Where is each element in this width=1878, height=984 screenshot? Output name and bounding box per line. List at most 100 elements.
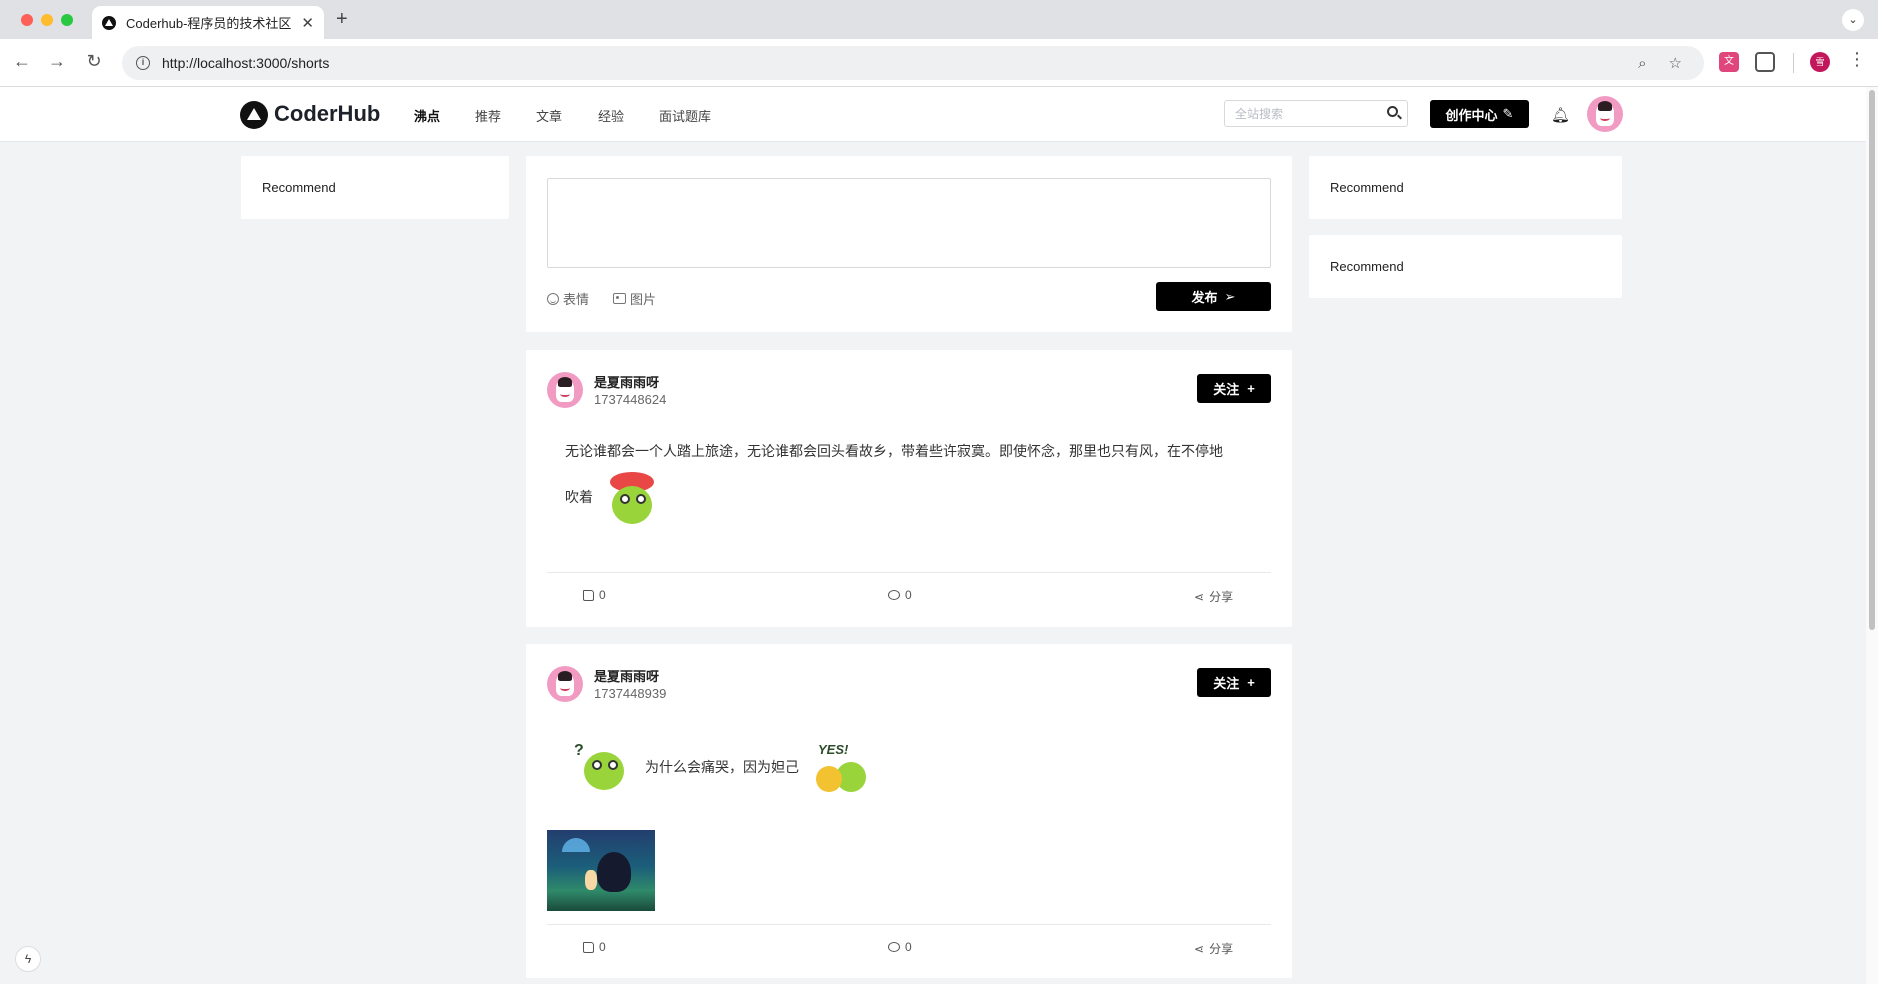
create-center-label: 创作中心 <box>1445 107 1498 123</box>
tab-search-icon[interactable]: ⌄ <box>1842 9 1864 31</box>
scrollbar-thumb[interactable] <box>1869 90 1875 630</box>
bell-icon[interactable]: 🔔︎ <box>1551 106 1570 124</box>
image-icon <box>613 293 626 304</box>
like-button[interactable]: 0 <box>583 588 606 602</box>
favicon-icon <box>102 15 116 30</box>
image-button[interactable]: 图片 <box>613 289 656 308</box>
post-text-line: 无论谁都会一个人踏上旅途，无论谁都会回头看故乡，带着些许寂寞。即使怀念，那里也只… <box>565 443 1223 459</box>
site-info-icon[interactable]: i <box>136 56 150 70</box>
page-scrollbar[interactable] <box>1866 87 1878 984</box>
post-card: 是夏雨雨呀 1737448939 关注 + ? 为什么会痛哭，因为妲己 YES!… <box>526 644 1292 978</box>
like-count: 0 <box>599 940 606 954</box>
nav-interview-questions[interactable]: 面试题库 <box>659 106 711 125</box>
post-text: 为什么会痛哭，因为妲己 <box>645 759 799 775</box>
extensions-puzzle-icon[interactable] <box>1755 52 1775 72</box>
comment-button[interactable]: 0 <box>888 940 912 954</box>
translate-extension-icon[interactable]: 文 <box>1719 52 1739 72</box>
right-recommend-card-1: Recommend <box>1309 156 1622 219</box>
post-card: 是夏雨雨呀 1737448624 关注 + 无论谁都会一个人踏上旅途，无论谁都会… <box>526 350 1292 627</box>
author-avatar[interactable] <box>547 372 583 408</box>
comment-icon <box>888 942 900 952</box>
back-icon[interactable]: ← <box>10 51 34 72</box>
post-text-line: 吹着 <box>565 489 593 505</box>
like-button[interactable]: 0 <box>583 940 606 954</box>
logo-text[interactable]: CoderHub <box>274 101 380 127</box>
author-avatar[interactable] <box>547 666 583 702</box>
share-button[interactable]: ⋖ 分享 <box>1194 940 1233 957</box>
author-name[interactable]: 是夏雨雨呀 <box>594 666 659 685</box>
plus-icon: + <box>1247 381 1255 396</box>
zoom-icon[interactable]: ⌕ <box>1638 55 1646 72</box>
thumbs-up-icon <box>583 941 594 953</box>
left-recommend-card: Recommend <box>241 156 509 219</box>
dev-tools-float-button[interactable]: ϟ <box>15 946 41 972</box>
post-text-input[interactable] <box>547 178 1271 268</box>
follow-label: 关注 <box>1213 382 1240 397</box>
nav-experience[interactable]: 经验 <box>598 106 624 125</box>
comment-count: 0 <box>905 940 912 954</box>
browser-toolbar: ← → ↻ i http://localhost:3000/shorts ⌕ ☆… <box>0 39 1878 87</box>
post-editor-card: 表情 图片 发布 ➢ <box>526 156 1292 332</box>
right-recommend-card-2: Recommend <box>1309 235 1622 298</box>
share-icon: ⋖ <box>1194 941 1205 956</box>
minimize-window-icon[interactable] <box>41 14 53 26</box>
emoji-label: 表情 <box>563 292 590 307</box>
emoji-button[interactable]: 表情 <box>547 289 589 308</box>
site-header: CoderHub 沸点 推荐 文章 经验 面试题库 创作中心 ✎ 🔔︎ <box>0 87 1866 142</box>
forward-icon[interactable]: → <box>45 51 69 72</box>
create-center-button[interactable]: 创作中心 ✎ <box>1430 100 1529 128</box>
post-timestamp: 1737448939 <box>594 686 667 701</box>
image-label: 图片 <box>630 292 657 307</box>
publish-label: 发布 <box>1191 290 1218 305</box>
comment-icon <box>888 590 900 600</box>
follow-button[interactable]: 关注 + <box>1197 668 1271 697</box>
user-avatar[interactable] <box>1587 96 1623 132</box>
share-button[interactable]: ⋖ 分享 <box>1194 588 1233 605</box>
follow-button[interactable]: 关注 + <box>1197 374 1271 403</box>
post-divider <box>547 924 1271 925</box>
nav-shorts[interactable]: 沸点 <box>414 106 440 125</box>
emoji-icon <box>547 292 559 305</box>
post-timestamp: 1737448624 <box>594 392 667 407</box>
search-input[interactable] <box>1225 101 1375 126</box>
like-count: 0 <box>599 588 606 602</box>
publish-button[interactable]: 发布 ➢ <box>1156 282 1271 311</box>
nav-articles[interactable]: 文章 <box>536 106 562 125</box>
reload-icon[interactable]: ↻ <box>82 51 106 72</box>
toolbar-divider <box>1793 53 1794 73</box>
question-sticker-image: ? <box>574 742 632 796</box>
share-icon: ⋖ <box>1194 589 1205 604</box>
follow-label: 关注 <box>1213 676 1240 691</box>
thumbs-up-icon <box>583 589 594 601</box>
maximize-window-icon[interactable] <box>61 14 73 26</box>
post-image[interactable] <box>547 830 655 911</box>
nav-recommend[interactable]: 推荐 <box>475 106 501 125</box>
author-name[interactable]: 是夏雨雨呀 <box>594 372 659 391</box>
post-divider <box>547 572 1271 573</box>
comment-count: 0 <box>905 588 912 602</box>
close-window-icon[interactable] <box>21 14 33 26</box>
new-tab-button[interactable]: + <box>336 8 348 31</box>
share-label: 分享 <box>1209 942 1234 956</box>
send-icon: ➢ <box>1224 288 1236 304</box>
url-text[interactable]: http://localhost:3000/shorts <box>162 55 1638 71</box>
browser-profile-avatar[interactable]: 雪 <box>1810 52 1830 72</box>
browser-tab[interactable]: Coderhub-程序员的技术社区 ✕ <box>92 6 324 39</box>
tab-close-icon[interactable]: ✕ <box>301 14 314 32</box>
tab-title: Coderhub-程序员的技术社区 <box>126 16 292 31</box>
comment-button[interactable]: 0 <box>888 588 912 602</box>
bookmark-star-icon[interactable]: ☆ <box>1669 54 1682 72</box>
search-icon[interactable] <box>1387 106 1398 117</box>
recommend-label: Recommend <box>262 180 336 195</box>
recommend-label: Recommend <box>1330 180 1404 195</box>
browser-tab-bar: Coderhub-程序员的技术社区 ✕ + ⌄ <box>0 0 1878 39</box>
address-bar[interactable]: i http://localhost:3000/shorts ⌕ ☆ <box>122 46 1704 80</box>
search-box <box>1224 100 1408 127</box>
browser-menu-icon[interactable]: ⋮ <box>1848 49 1866 70</box>
recommend-label: Recommend <box>1330 259 1404 274</box>
share-label: 分享 <box>1209 590 1234 604</box>
pen-icon: ✎ <box>1502 106 1514 121</box>
logo-icon[interactable] <box>240 101 268 129</box>
plus-icon: + <box>1247 675 1255 690</box>
good-sticker-image <box>604 472 660 526</box>
